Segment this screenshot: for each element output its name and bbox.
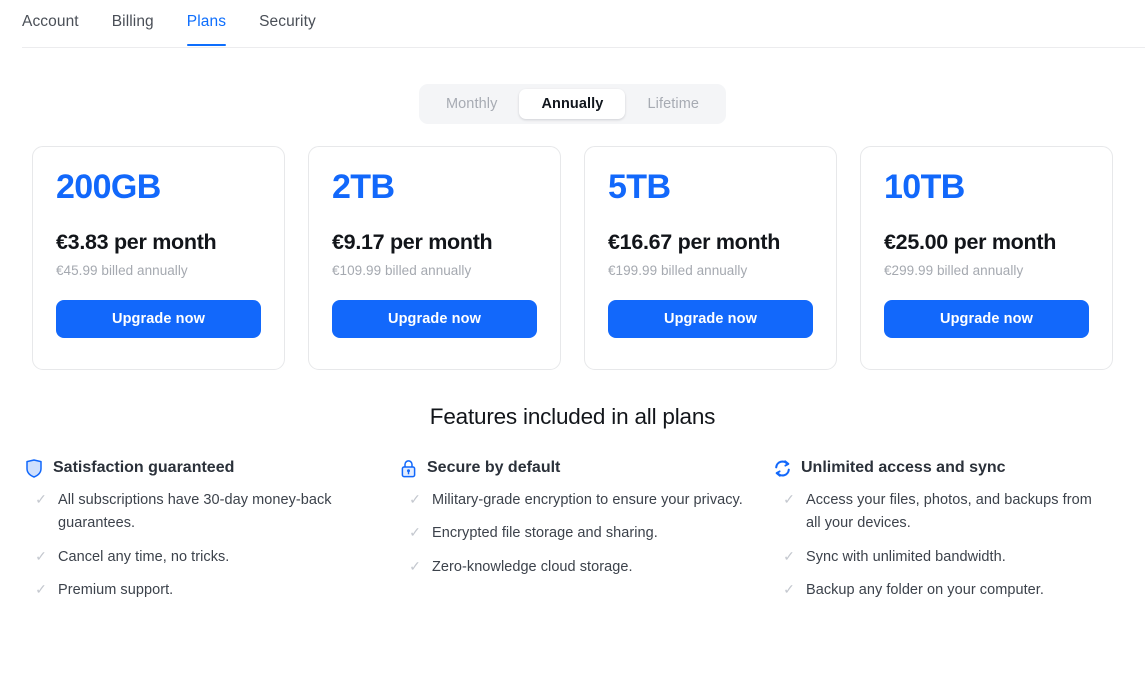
- tab-security[interactable]: Security: [259, 0, 337, 48]
- feature-list-item: ✓ Backup any folder on your computer.: [772, 579, 1095, 602]
- tab-account-label: Account: [22, 13, 79, 30]
- features-grid: Satisfaction guaranteed ✓ All subscripti…: [0, 458, 1145, 613]
- feature-item-text: Sync with unlimited bandwidth.: [806, 548, 1006, 565]
- plan-card: 2TB €9.17 per month €109.99 billed annua…: [308, 146, 561, 370]
- plan-card: 5TB €16.67 per month €199.99 billed annu…: [584, 146, 837, 370]
- plan-storage-size: 2TB: [332, 168, 395, 206]
- feature-list-item: ✓ Access your files, photos, and backups…: [772, 489, 1095, 536]
- feature-item-text: All subscriptions have 30-day money-back…: [58, 492, 332, 532]
- check-icon: ✓: [35, 491, 47, 507]
- feature-column-title: Unlimited access and sync: [801, 459, 1006, 476]
- plan-storage-size: 5TB: [608, 168, 671, 206]
- feature-column-title: Satisfaction guaranteed: [53, 459, 235, 476]
- plan-billed-note: €109.99 billed annually: [332, 263, 472, 279]
- plan-storage-size: 10TB: [884, 168, 965, 206]
- feature-column-header: Secure by default: [398, 458, 744, 478]
- check-icon: ✓: [35, 547, 47, 564]
- plan-storage-size: 200GB: [56, 168, 161, 206]
- plan-upgrade-button[interactable]: Upgrade now: [608, 300, 813, 339]
- tabbar-divider: [22, 47, 1145, 48]
- feature-list-item: ✓ All subscriptions have 30-day money-ba…: [24, 489, 370, 536]
- feature-list-item: ✓ Sync with unlimited bandwidth.: [772, 546, 1095, 569]
- plan-billed-note: €299.99 billed annually: [884, 263, 1024, 279]
- tab-list: Account Billing Plans Security: [22, 0, 349, 48]
- billing-period-toggle[interactable]: Monthly Annually Lifetime: [418, 84, 727, 124]
- sync-icon: [772, 458, 792, 478]
- features-heading: Features included in all plans: [429, 404, 716, 429]
- check-icon: ✓: [783, 581, 795, 598]
- plan-upgrade-button[interactable]: Upgrade now: [56, 300, 261, 339]
- check-icon: ✓: [783, 491, 795, 507]
- tab-billing[interactable]: Billing: [112, 0, 175, 48]
- check-icon: ✓: [409, 524, 421, 541]
- billing-option-annually[interactable]: Annually: [519, 89, 626, 119]
- feature-item-text: Cancel any time, no tricks.: [58, 548, 230, 565]
- plan-upgrade-button[interactable]: Upgrade now: [884, 300, 1089, 339]
- tab-billing-label: Billing: [111, 13, 154, 30]
- billing-option-monthly[interactable]: Monthly: [424, 89, 519, 119]
- plan-card: 10TB €25.00 per month €299.99 billed ann…: [860, 146, 1113, 370]
- feature-item-text: Backup any folder on your computer.: [806, 582, 1044, 599]
- feature-list-item: ✓ Cancel any time, no tricks.: [24, 546, 370, 569]
- settings-tabbar: Account Billing Plans Security: [0, 0, 1145, 48]
- plan-card: 200GB €3.83 per month €45.99 billed annu…: [32, 146, 285, 370]
- feature-list-item: ✓ Zero-knowledge cloud storage.: [398, 556, 744, 579]
- plan-billed-note: €45.99 billed annually: [56, 263, 188, 279]
- check-icon: ✓: [409, 557, 421, 574]
- tab-security-label: Security: [259, 13, 316, 30]
- plan-monthly-price: €9.17 per month: [332, 230, 493, 255]
- plan-monthly-price: €16.67 per month: [608, 230, 781, 255]
- feature-item-text: Access your files, photos, and backups f…: [806, 492, 1092, 532]
- feature-list-item: ✓ Premium support.: [24, 579, 370, 602]
- feature-list: ✓ Military-grade encryption to ensure yo…: [398, 489, 744, 579]
- check-icon: ✓: [409, 491, 421, 507]
- tab-plans-label: Plans: [186, 13, 227, 30]
- feature-column-title: Secure by default: [427, 459, 561, 476]
- plan-upgrade-button[interactable]: Upgrade now: [332, 300, 537, 339]
- check-icon: ✓: [35, 581, 47, 598]
- plan-billed-note: €199.99 billed annually: [608, 263, 748, 279]
- tab-plans[interactable]: Plans: [186, 0, 247, 48]
- tab-account[interactable]: Account: [22, 0, 100, 48]
- plan-monthly-price: €25.00 per month: [884, 230, 1057, 255]
- lock-icon: [398, 458, 418, 478]
- billing-option-lifetime[interactable]: Lifetime: [625, 89, 721, 119]
- feature-column-header: Unlimited access and sync: [772, 458, 1095, 478]
- check-icon: ✓: [783, 547, 795, 564]
- feature-item-text: Encrypted file storage and sharing.: [432, 525, 658, 542]
- billing-period-toggle-wrap: Monthly Annually Lifetime: [0, 84, 1145, 124]
- plan-card-grid: 200GB €3.83 per month €45.99 billed annu…: [0, 146, 1145, 370]
- shield-icon: [24, 458, 44, 478]
- feature-column-sync: Unlimited access and sync ✓ Access your …: [772, 458, 1123, 613]
- feature-item-text: Zero-knowledge cloud storage.: [432, 558, 633, 575]
- feature-item-text: Premium support.: [58, 582, 174, 599]
- feature-list-item: ✓ Encrypted file storage and sharing.: [398, 522, 744, 545]
- feature-column-header: Satisfaction guaranteed: [24, 458, 370, 478]
- feature-list: ✓ Access your files, photos, and backups…: [772, 489, 1095, 603]
- feature-item-text: Military-grade encryption to ensure your…: [432, 492, 743, 508]
- feature-column-satisfaction: Satisfaction guaranteed ✓ All subscripti…: [24, 458, 398, 613]
- plans-page: Account Billing Plans Security Monthly A…: [0, 0, 1145, 677]
- feature-column-security: Secure by default ✓ Military-grade encry…: [398, 458, 772, 613]
- feature-list: ✓ All subscriptions have 30-day money-ba…: [24, 489, 370, 603]
- plan-monthly-price: €3.83 per month: [56, 230, 217, 255]
- feature-list-item: ✓ Military-grade encryption to ensure yo…: [398, 489, 744, 512]
